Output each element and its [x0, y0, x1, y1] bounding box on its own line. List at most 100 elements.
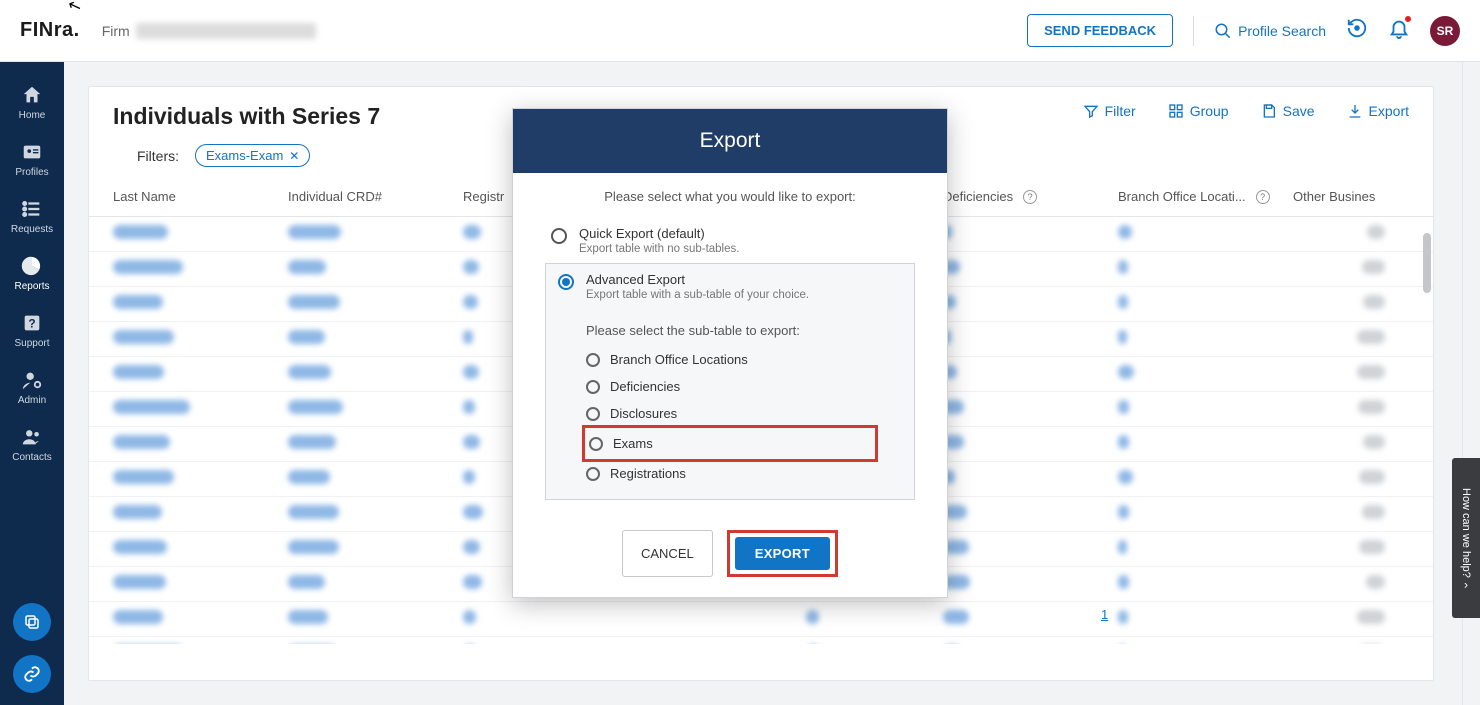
sidebar-round-link[interactable] [13, 655, 51, 693]
table-row[interactable] [89, 602, 1433, 637]
radio-sublabel: Export table with a sub-table of your ch… [586, 289, 809, 301]
sidebar-item-label: Reports [14, 281, 49, 292]
export-highlight: EXPORT [727, 530, 838, 577]
group-icon [1168, 103, 1184, 119]
search-icon [1214, 22, 1232, 40]
sub-option-disclosures[interactable]: Disclosures [546, 400, 914, 427]
col-other[interactable]: Other Busines [1293, 189, 1409, 204]
help-tab-label: How can we help? [1460, 488, 1472, 578]
filter-label: Filter [1105, 103, 1136, 119]
sub-option-label: Exams [613, 436, 653, 451]
sub-option-label: Registrations [610, 466, 686, 481]
export-label: Export [1369, 103, 1409, 119]
sidebar-item-profiles[interactable]: Profiles [0, 131, 64, 188]
sidebar-item-label: Profiles [15, 167, 48, 178]
sub-option-exams[interactable]: Exams [589, 430, 871, 457]
cancel-button[interactable]: CANCEL [622, 530, 713, 577]
filters-label: Filters: [137, 148, 179, 164]
help-icon[interactable]: ? [1023, 190, 1037, 204]
save-label: Save [1283, 103, 1315, 119]
notification-dot [1403, 14, 1413, 24]
firm-label: Firm [102, 23, 130, 39]
subtable-prompt: Please select the sub-table to export: [546, 309, 914, 346]
radio-quick-export[interactable]: Quick Export (default) Export table with… [539, 218, 921, 263]
help-tab[interactable]: How can we help? ‹ [1452, 458, 1480, 618]
profile-search-link[interactable]: Profile Search [1214, 22, 1326, 40]
users-icon [21, 426, 43, 448]
sub-option-label: Branch Office Locations [610, 352, 748, 367]
col-last-name[interactable]: Last Name [113, 189, 288, 204]
notifications-icon[interactable] [1388, 17, 1410, 44]
history-icon[interactable] [1346, 17, 1368, 44]
copy-icon [23, 613, 41, 631]
sub-option-deficiencies[interactable]: Deficiencies [546, 373, 914, 400]
radio-icon [586, 467, 600, 481]
help-icon[interactable]: ? [1256, 190, 1270, 204]
sidebar-round-copy[interactable] [13, 603, 51, 641]
save-action[interactable]: Save [1261, 103, 1315, 119]
scrollbar-thumb[interactable] [1423, 233, 1431, 293]
filter-chip[interactable]: Exams-Exam ✕ [195, 144, 310, 167]
group-label: Group [1190, 103, 1229, 119]
export-modal: Export Please select what you would like… [512, 108, 948, 598]
filter-icon [1083, 103, 1099, 119]
radio-icon [586, 353, 600, 367]
send-feedback-button[interactable]: SEND FEEDBACK [1027, 14, 1173, 47]
radio-label: Quick Export (default) [579, 226, 739, 241]
export-icon [1347, 103, 1363, 119]
close-icon[interactable]: ✕ [289, 149, 299, 163]
group-action[interactable]: Group [1168, 103, 1229, 119]
sidebar-item-reports[interactable]: Reports [0, 245, 64, 302]
sidebar-item-admin[interactable]: Admin [0, 359, 64, 416]
svg-text:?: ? [28, 317, 35, 331]
sidebar-item-home[interactable]: Home [0, 74, 64, 131]
sidebar-item-label: Requests [11, 224, 53, 235]
sub-option-label: Disclosures [610, 406, 677, 421]
page-title: Individuals with Series 7 [113, 103, 380, 130]
sidebar-item-requests[interactable]: Requests [0, 188, 64, 245]
sidebar-item-label: Support [14, 338, 49, 349]
pie-icon [21, 255, 43, 277]
filter-action[interactable]: Filter [1083, 103, 1136, 119]
avatar[interactable]: SR [1430, 16, 1460, 46]
sidebar-item-contacts[interactable]: Contacts [0, 416, 64, 473]
radio-icon [589, 437, 603, 451]
advanced-export-box: Advanced Export Export table with a sub-… [545, 263, 915, 500]
col-crd[interactable]: Individual CRD# [288, 189, 463, 204]
list-icon [21, 198, 43, 220]
radio-advanced-export[interactable]: Advanced Export Export table with a sub-… [546, 264, 914, 309]
modal-title: Export [513, 109, 947, 173]
col-branch[interactable]: Branch Office Locati...? [1118, 189, 1293, 204]
page-number[interactable]: 1 [1101, 607, 1108, 622]
logo: FINra. [20, 19, 80, 42]
radio-icon [558, 274, 574, 290]
sidebar-item-label: Contacts [12, 452, 51, 463]
link-icon [23, 665, 41, 683]
firm-name-redacted [136, 23, 316, 39]
radio-icon [551, 228, 567, 244]
filter-chip-label: Exams-Exam [206, 148, 283, 163]
sub-option-registrations[interactable]: Registrations [546, 460, 914, 487]
modal-prompt: Please select what you would like to exp… [539, 189, 921, 204]
export-action[interactable]: Export [1347, 103, 1409, 119]
radio-icon [586, 380, 600, 394]
sidebar-item-label: Home [19, 110, 46, 121]
top-bar: FINra. Firm SEND FEEDBACK Profile Search… [0, 0, 1480, 62]
profile-search-label: Profile Search [1238, 23, 1326, 39]
table-row[interactable] [89, 637, 1433, 644]
sidebar: Home Profiles Requests Reports ? Support… [0, 62, 64, 705]
home-icon [21, 84, 43, 106]
sub-option-label: Deficiencies [610, 379, 680, 394]
save-icon [1261, 103, 1277, 119]
radio-sublabel: Export table with no sub-tables. [579, 243, 739, 255]
id-card-icon [21, 141, 43, 163]
radio-icon [586, 407, 600, 421]
divider [1193, 16, 1194, 46]
question-icon: ? [21, 312, 43, 334]
sub-option-highlight: Exams [582, 425, 878, 462]
export-button[interactable]: EXPORT [735, 537, 830, 570]
sidebar-item-support[interactable]: ? Support [0, 302, 64, 359]
col-deficiencies[interactable]: Deficiencies? [943, 189, 1118, 204]
sub-option-branch-office-locations[interactable]: Branch Office Locations [546, 346, 914, 373]
chevron-left-icon: ‹ [1464, 579, 1468, 593]
